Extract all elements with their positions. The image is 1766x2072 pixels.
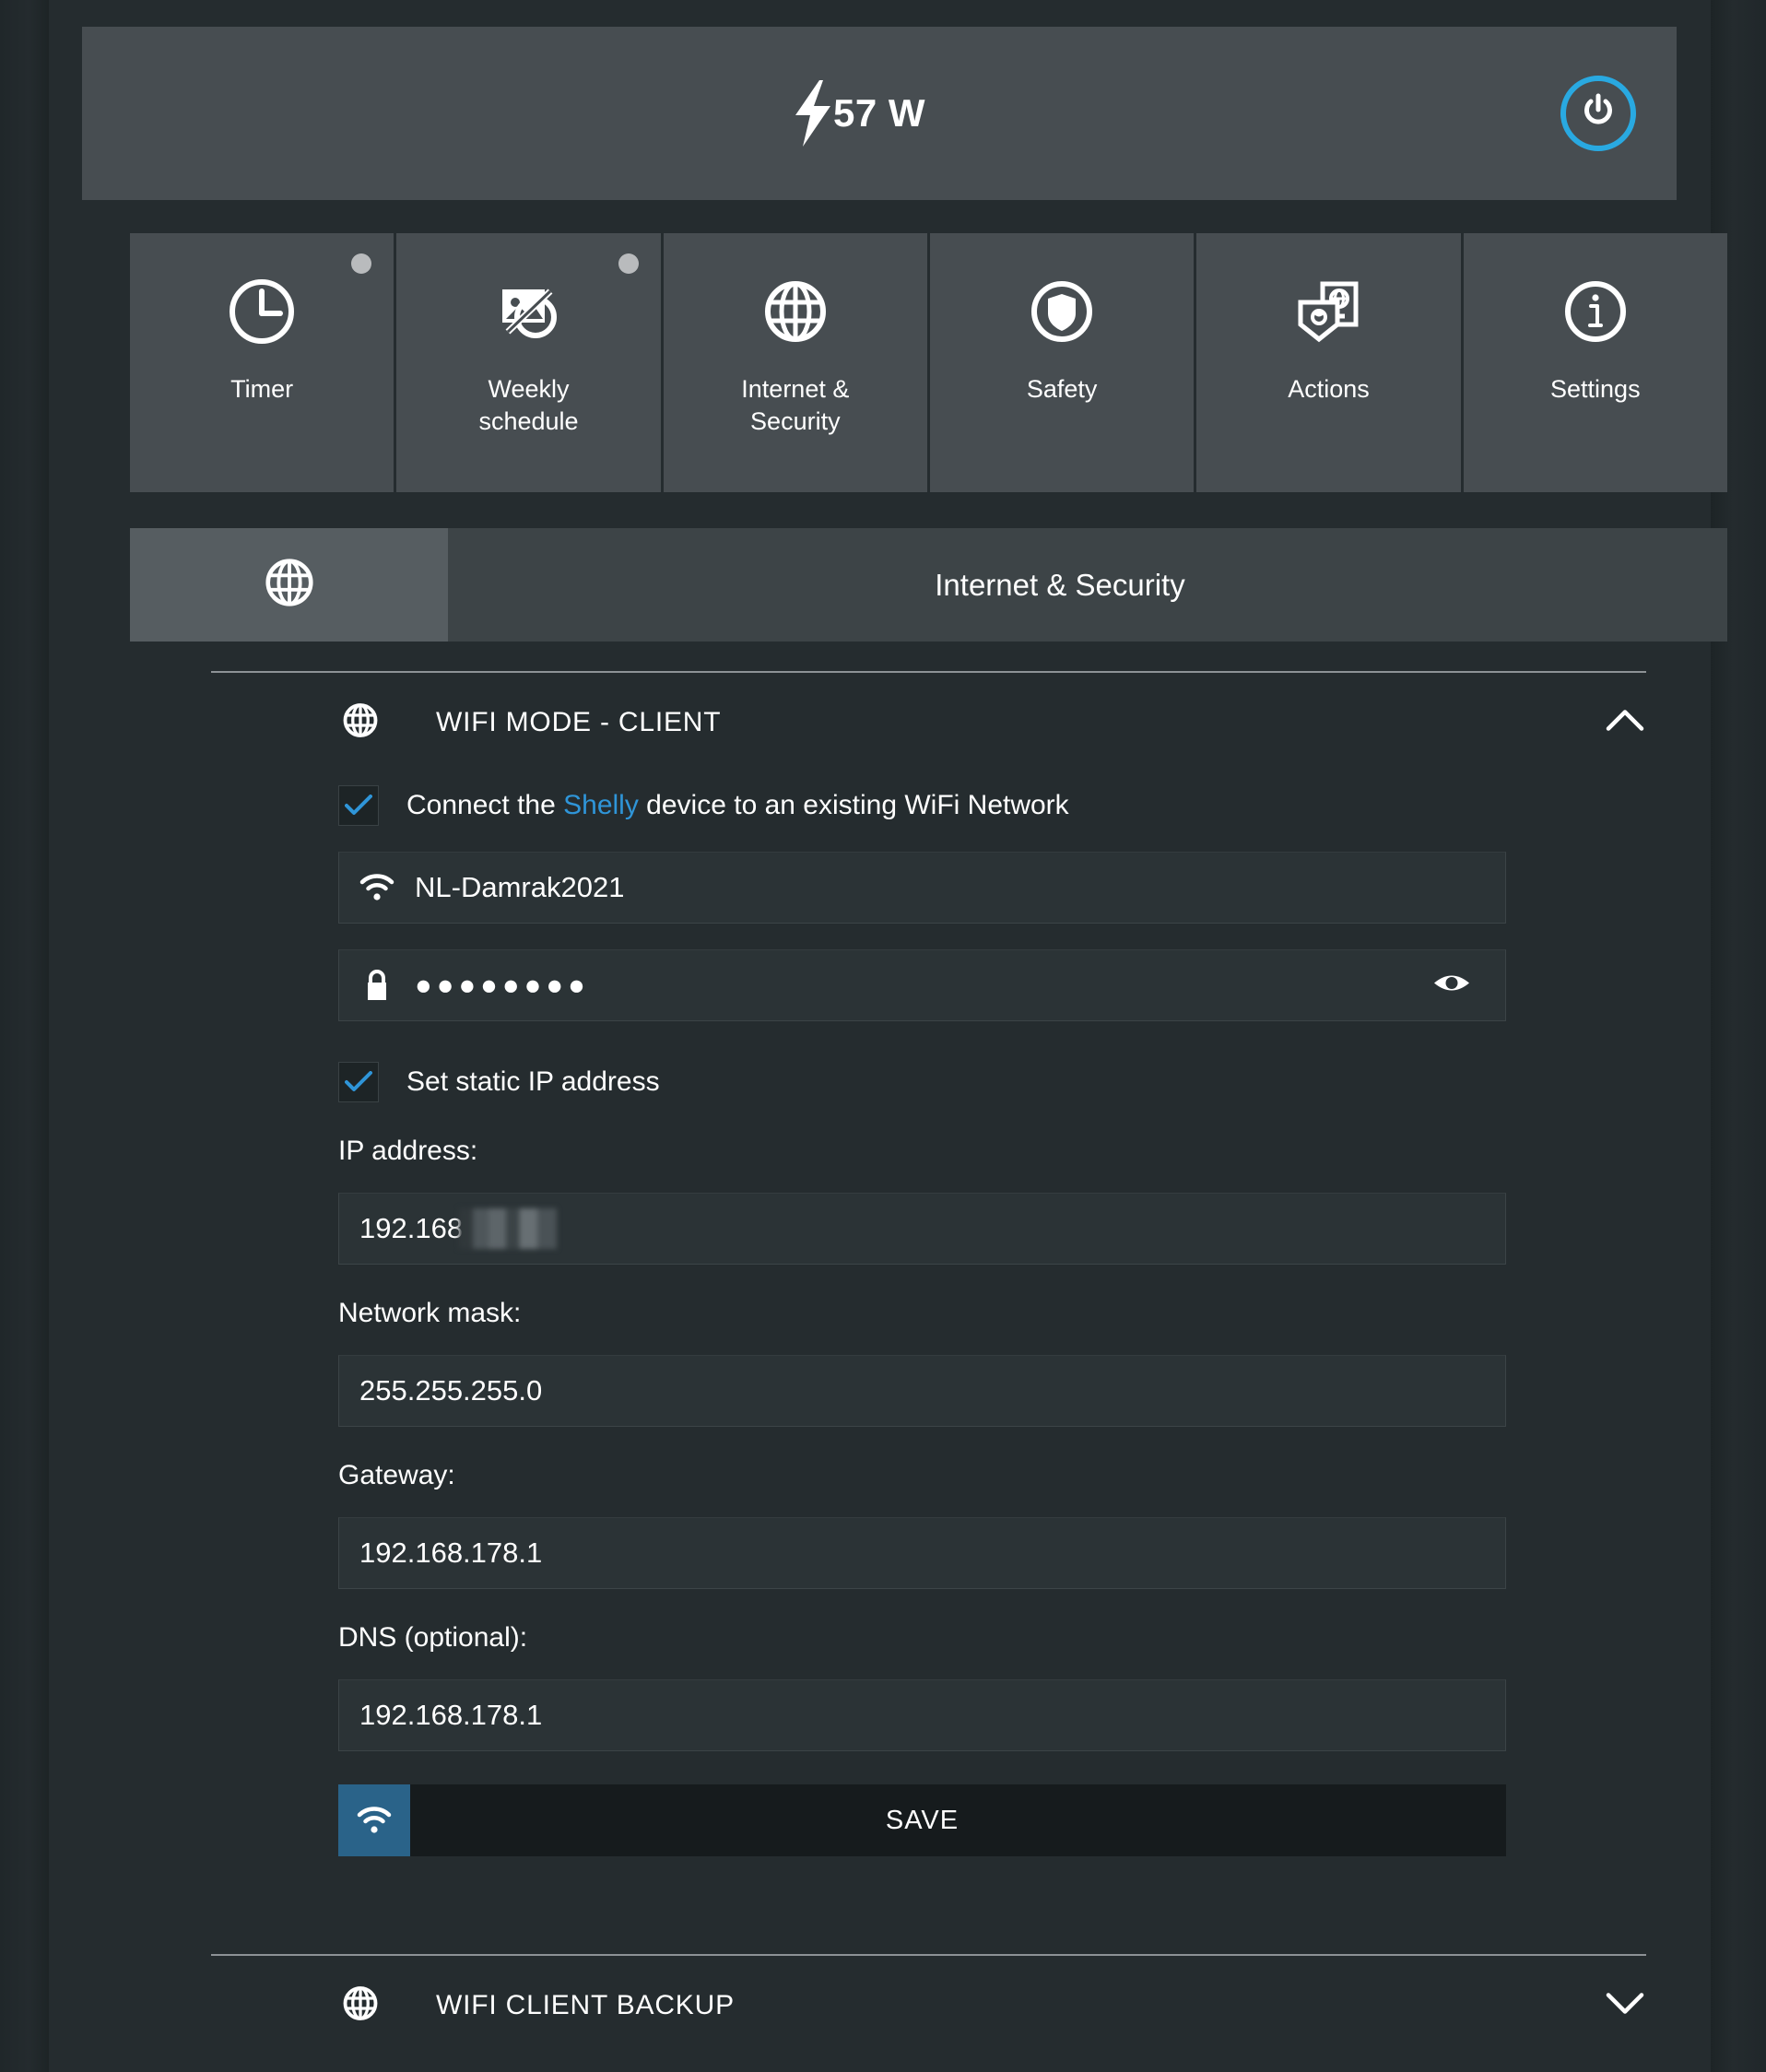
tile-label: Safety (1026, 375, 1098, 403)
dns-value: 192.168.178.1 (359, 1699, 543, 1731)
feature-tile-nav: Timer Weekly schedule Internet & Securit… (130, 233, 1727, 492)
ssid-value: NL-Damrak2021 (415, 871, 625, 903)
ssid-input[interactable]: NL-Damrak2021 (338, 852, 1506, 924)
power-icon (1580, 93, 1617, 135)
save-button[interactable]: SAVE (410, 1784, 1506, 1856)
left-edge-gutter (0, 0, 49, 2072)
tile-label: Settings (1550, 375, 1641, 403)
settings-content: WIFI MODE - CLIENT Connect the Shelly de (130, 642, 1727, 2055)
section-icon-button[interactable] (130, 528, 448, 642)
actions-icon (1289, 272, 1367, 351)
image-slash-icon (491, 272, 565, 351)
tile-timer[interactable]: Timer (130, 233, 394, 492)
gateway-value: 192.168.178.1 (359, 1536, 543, 1569)
accordion-title: WIFI MODE - CLIENT (436, 707, 722, 737)
static-ip-label: Set static IP address (406, 1066, 660, 1097)
app-screen: 57 W Timer Weekly schedule Internet & Se… (0, 0, 1766, 2072)
dns-input[interactable]: 192.168.178.1 (338, 1679, 1506, 1751)
network-mask-input[interactable]: 255.255.255.0 (338, 1355, 1506, 1427)
clock-icon (225, 272, 299, 351)
lock-icon (339, 968, 415, 1003)
gateway-label: Gateway: (338, 1460, 455, 1490)
tile-label: Actions (1288, 375, 1370, 403)
save-button-label: SAVE (885, 1805, 960, 1835)
network-mask-value: 255.255.255.0 (359, 1374, 543, 1407)
power-toggle-button[interactable] (1560, 76, 1636, 151)
section-title: Internet & Security (935, 567, 1185, 602)
power-header: 57 W (82, 27, 1677, 200)
tile-status-dot (618, 253, 639, 274)
globe-icon (261, 554, 318, 616)
connect-shelly-checkbox[interactable] (338, 785, 379, 826)
eye-icon[interactable] (1431, 971, 1472, 1001)
section-header-bar: Internet & Security (130, 528, 1727, 642)
wifi-password-value: ●●●●●●●● (415, 969, 590, 1001)
chevron-up-icon[interactable] (1606, 709, 1644, 737)
wifi-icon (338, 1784, 410, 1856)
app-container: 57 W Timer Weekly schedule Internet & Se… (49, 0, 1727, 2072)
info-circle-icon (1559, 272, 1632, 351)
accordion-wifi-mode-client[interactable]: WIFI MODE - CLIENT (130, 673, 1727, 772)
tile-settings[interactable]: Settings (1463, 233, 1727, 492)
tile-label: Weekly schedule (478, 375, 579, 435)
redacted-ip-octets (459, 1208, 558, 1249)
tile-label: Internet & Security (741, 375, 850, 435)
wifi-password-input[interactable]: ●●●●●●●● (338, 949, 1506, 1021)
tile-weekly-schedule[interactable]: Weekly schedule (396, 233, 661, 492)
tile-label: Timer (230, 375, 294, 403)
tile-status-dot (351, 253, 372, 274)
accordion-wifi-client-backup[interactable]: WIFI CLIENT BACKUP (130, 1956, 1727, 2055)
save-wifi-settings-row[interactable]: SAVE (338, 1784, 1506, 1856)
brand-name: Shelly (563, 790, 639, 820)
tile-actions[interactable]: Actions (1196, 233, 1461, 492)
label-before: Connect the (406, 790, 564, 820)
connect-shelly-label: Connect the Shelly device to an existing… (406, 790, 1069, 821)
tile-safety[interactable]: Safety (929, 233, 1195, 492)
network-mask-label: Network mask: (338, 1298, 522, 1328)
static-ip-checkbox-row[interactable]: Set static IP address (338, 1062, 1506, 1102)
chevron-down-icon[interactable] (1606, 1992, 1644, 2020)
globe-icon (340, 1984, 381, 2029)
dns-label: DNS (optional): (338, 1622, 528, 1653)
ip-address-label: IP address: (338, 1136, 478, 1166)
wifi-icon (339, 874, 415, 901)
static-ip-checkbox[interactable] (338, 1062, 379, 1102)
label-after: device to an existing WiFi Network (638, 790, 1069, 820)
globe-icon (759, 272, 832, 351)
wifi-mode-body: Connect the Shelly device to an existing… (130, 785, 1727, 1856)
power-consumption-value: 57 W (832, 91, 926, 135)
globe-icon (340, 700, 381, 746)
tile-internet-security[interactable]: Internet & Security (663, 233, 927, 492)
ip-address-value: 192.168 (359, 1212, 464, 1244)
accordion-title: WIFI CLIENT BACKUP (436, 1990, 735, 2020)
ip-address-input[interactable]: 192.168 (338, 1193, 1506, 1265)
shield-circle-icon (1025, 272, 1099, 351)
gateway-input[interactable]: 192.168.178.1 (338, 1517, 1506, 1589)
connect-shelly-checkbox-row[interactable]: Connect the Shelly device to an existing… (338, 785, 1506, 826)
